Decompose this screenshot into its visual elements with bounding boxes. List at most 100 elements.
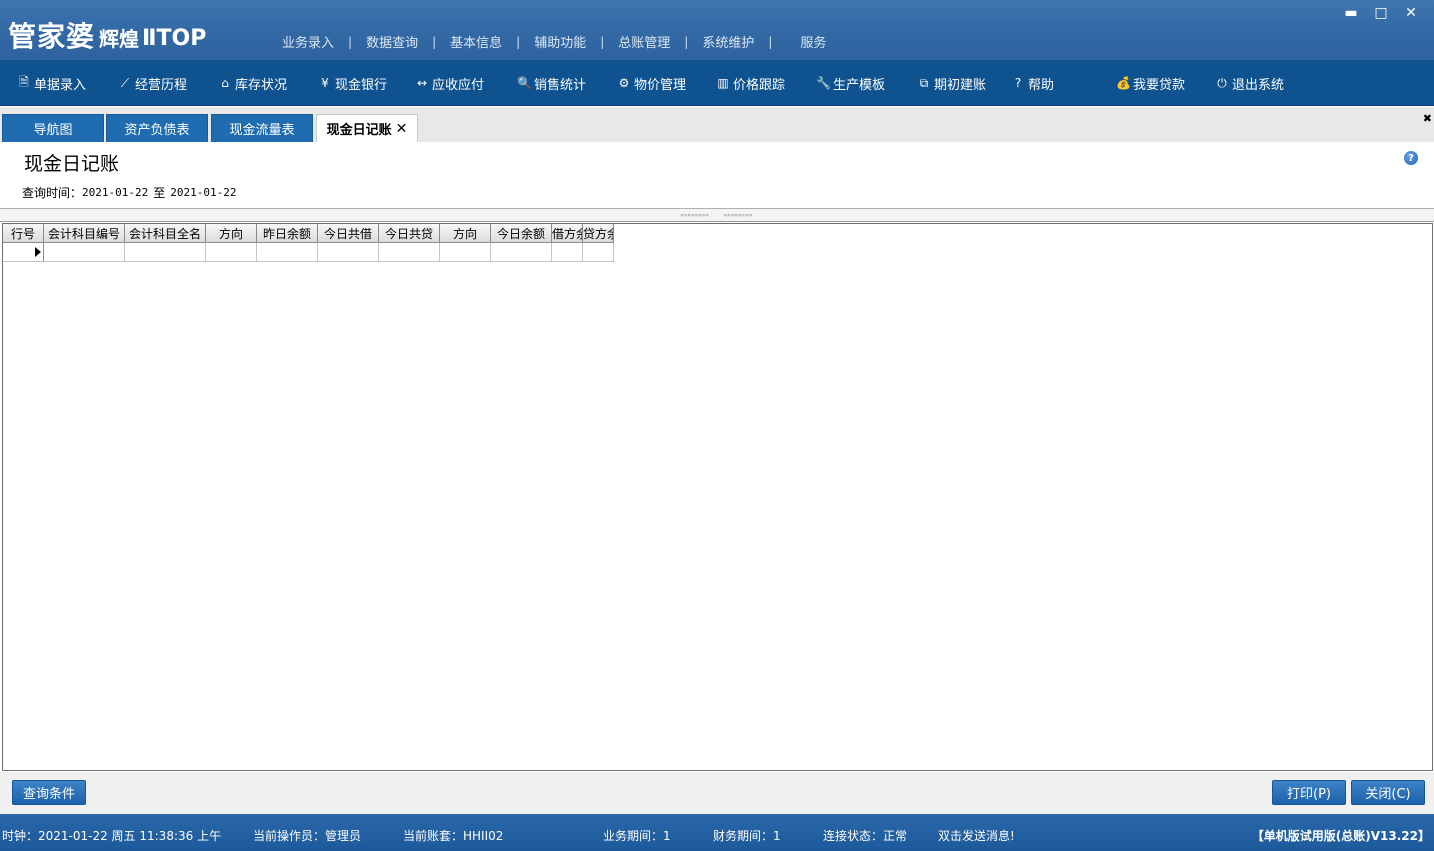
yen-icon: ¥ [321, 76, 329, 90]
question-icon: ? [1014, 76, 1022, 90]
toolbar-help[interactable]: ? 帮助 [1011, 60, 1054, 106]
date-to: 2021-01-22 [170, 186, 237, 199]
exchange-arrows-icon: ↔ [416, 76, 428, 90]
bar-chart-icon: ▥ [717, 76, 729, 90]
toolbar-label: 现金银行 [335, 77, 388, 93]
column-header-direction[interactable]: 方向 [206, 224, 257, 243]
column-header-account-name[interactable]: 会计科目全名 [125, 224, 206, 243]
table-cell[interactable] [552, 243, 583, 262]
column-header-today-credit[interactable]: 今日共贷 [379, 224, 440, 243]
tab-close-icon[interactable]: ✕ [396, 121, 408, 137]
status-connection: 连接状态：正常 [823, 829, 908, 843]
wrench-icon: 🔧 [816, 76, 831, 90]
status-finance-period: 财务期间：1 [713, 829, 781, 843]
tab-label: 现金日记账 [326, 123, 392, 138]
logo-suffix: ⅡTOP [142, 26, 207, 51]
tab-label: 资产负债表 [124, 123, 190, 138]
table-cell[interactable] [125, 243, 206, 262]
column-header-direction-2[interactable]: 方向 [440, 224, 491, 243]
toolbar-label: 期初建账 [934, 77, 987, 93]
toolbar-label: 退出系统 [1232, 77, 1285, 93]
menu-item-aux-functions[interactable]: 辅助功能 [534, 32, 586, 51]
column-header-today-debit[interactable]: 今日共借 [318, 224, 379, 243]
query-time-label: 查询时间： [22, 186, 83, 200]
main-toolbar: 🗎 单据录入 ⟋ 经营历程 ⌂ 库存状况 ¥ 现金银行 ↔ 应收应付 🔍 销售统计 ⚙ 物价管… [0, 60, 1434, 106]
panel-splitter[interactable]: »»»»»»»» »»»»»»»» [0, 208, 1434, 222]
table-cell[interactable] [44, 243, 125, 262]
print-button[interactable]: 打印(P) [1272, 780, 1346, 805]
toolbar-label: 我要贷款 [1133, 77, 1186, 93]
tab-label: 导航图 [33, 123, 73, 138]
money-bag-icon: 💰 [1116, 76, 1131, 90]
menu-item-service[interactable]: 服务 [800, 32, 826, 51]
tab-navigation-map[interactable]: 导航图 [2, 114, 104, 142]
toolbar-apply-loan[interactable]: 💰 我要贷款 [1116, 60, 1185, 106]
line-chart-icon: ⟋ [120, 75, 130, 90]
table-cell[interactable] [206, 243, 257, 262]
close-window-icon[interactable]: ✕ [1396, 2, 1426, 24]
column-header-debit-balance[interactable]: 借方余 [552, 224, 583, 243]
toolbar-document-entry[interactable]: 🗎 单据录入 [17, 60, 86, 106]
toolbar-label: 销售统计 [534, 77, 587, 93]
menu-item-data-query[interactable]: 数据查询 [366, 32, 418, 51]
title-bar: 管家婆 辉煌 ⅡTOP 业务录入 | 数据查询 | 基本信息 | 辅助功能 | 总账管理… [0, 0, 1434, 60]
table-cell[interactable] [491, 243, 552, 262]
query-conditions-button[interactable]: 查询条件 [12, 780, 86, 805]
column-header-account-code[interactable]: 会计科目编号 [44, 224, 125, 243]
toolbar-sales-stats[interactable]: 🔍 销售统计 [517, 60, 586, 106]
toolbar-label: 库存状况 [235, 77, 288, 93]
toolbar-label: 价格跟踪 [733, 77, 786, 93]
date-separator: 至 [153, 186, 166, 200]
window-controls: ▬ □ ✕ [1336, 2, 1426, 24]
table-cell[interactable] [257, 243, 318, 262]
table-cell[interactable] [318, 243, 379, 262]
status-operator: 当前操作员：管理员 [253, 829, 362, 843]
close-all-tabs-icon[interactable]: ✖ [1423, 112, 1432, 125]
menu-item-basic-info[interactable]: 基本信息 [450, 32, 502, 51]
power-icon: ⏻ [1217, 75, 1227, 90]
toolbar-cash-bank[interactable]: ¥ 现金银行 [318, 60, 387, 106]
grid-header: 行号 会计科目编号 会计科目全名 方向 昨日余额 今日共借 今日共贷 方向 今日… [3, 224, 614, 243]
tab-cash-journal[interactable]: 现金日记账 ✕ [316, 114, 418, 142]
toolbar-production-template[interactable]: 🔧 生产模板 [816, 60, 885, 106]
menu-item-general-ledger[interactable]: 总账管理 [618, 32, 670, 51]
tab-label: 现金流量表 [229, 123, 295, 138]
toolbar-business-history[interactable]: ⟋ 经营历程 [118, 60, 187, 106]
table-cell[interactable] [379, 243, 440, 262]
column-header-credit-balance[interactable]: 贷方余 [583, 224, 614, 243]
button-bar: 查询条件 打印(P) 关闭(C) [0, 772, 1434, 814]
status-business-period: 业务期间：1 [603, 829, 671, 843]
toolbar-label: 帮助 [1028, 77, 1055, 93]
toolbar-price-management[interactable]: ⚙ 物价管理 [617, 60, 686, 106]
toolbar-label: 单据录入 [34, 77, 87, 93]
date-from: 2021-01-22 [82, 186, 149, 199]
table-cell[interactable] [440, 243, 491, 262]
toolbar-opening-accounts[interactable]: ⧉ 期初建账 [917, 60, 986, 106]
menu-item-business-entry[interactable]: 业务录入 [282, 32, 334, 51]
toolbar-receivables-payables[interactable]: ↔ 应收应付 [415, 60, 484, 106]
column-header-today-balance[interactable]: 今日余额 [491, 224, 552, 243]
toolbar-label: 生产模板 [833, 77, 886, 93]
row-indicator[interactable] [3, 243, 44, 262]
table-row[interactable] [3, 243, 614, 262]
table-cell[interactable] [583, 243, 614, 262]
close-button[interactable]: 关闭(C) [1351, 780, 1425, 805]
send-message-link[interactable]: 双击发送消息! [938, 827, 1015, 844]
toolbar-inventory-status[interactable]: ⌂ 库存状况 [218, 60, 287, 106]
toolbar-label: 应收应付 [432, 77, 485, 93]
journal-grid[interactable]: 行号 会计科目编号 会计科目全名 方向 昨日余额 今日共借 今日共贷 方向 今日… [2, 223, 1433, 771]
logo-edition: 辉煌 [99, 27, 140, 51]
tab-strip: 导航图 资产负债表 现金流量表 现金日记账 ✕ [0, 107, 1434, 142]
help-icon[interactable]: ? [1404, 151, 1418, 165]
gear-icon: ⚙ [618, 76, 630, 90]
column-header-yesterday-balance[interactable]: 昨日余额 [257, 224, 318, 243]
menu-item-system-maintenance[interactable]: 系统维护 [702, 32, 754, 51]
tab-balance-sheet[interactable]: 资产负债表 [106, 114, 208, 142]
toolbar-exit-system[interactable]: ⏻ 退出系统 [1215, 60, 1284, 106]
tab-cash-flow[interactable]: 现金流量表 [211, 114, 313, 142]
column-header-row-no[interactable]: 行号 [3, 224, 44, 243]
toolbar-price-tracking[interactable]: ▥ 价格跟踪 [716, 60, 785, 106]
minimize-icon[interactable]: ▬ [1336, 2, 1366, 24]
external-link-icon: ⧉ [919, 75, 929, 90]
maximize-icon[interactable]: □ [1366, 2, 1396, 24]
